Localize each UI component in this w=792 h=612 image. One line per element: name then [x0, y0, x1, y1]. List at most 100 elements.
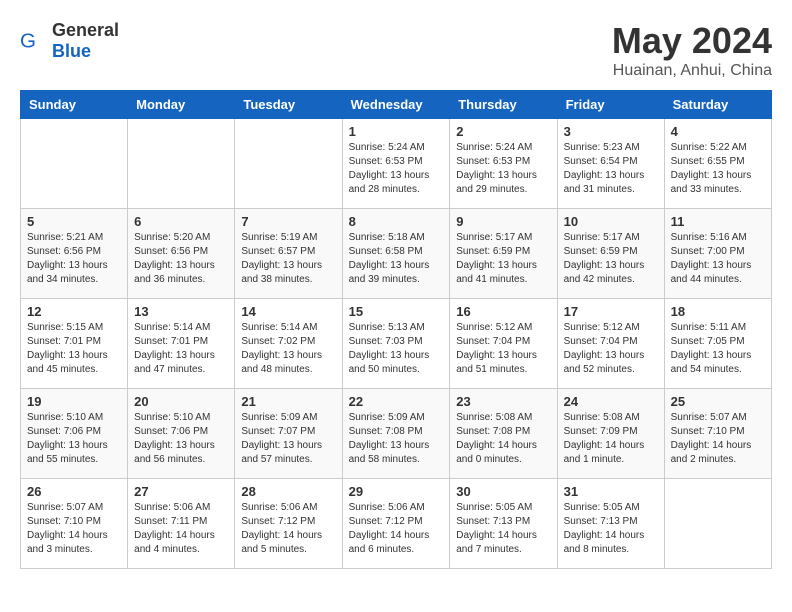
day-cell: 9Sunrise: 5:17 AM Sunset: 6:59 PM Daylig…	[450, 209, 557, 299]
day-number: 8	[349, 214, 444, 229]
day-number: 24	[564, 394, 658, 409]
weekday-header-row: SundayMondayTuesdayWednesdayThursdayFrid…	[21, 91, 772, 119]
day-cell: 8Sunrise: 5:18 AM Sunset: 6:58 PM Daylig…	[342, 209, 450, 299]
day-cell: 22Sunrise: 5:09 AM Sunset: 7:08 PM Dayli…	[342, 389, 450, 479]
day-number: 22	[349, 394, 444, 409]
day-number: 30	[456, 484, 550, 499]
day-info: Sunrise: 5:06 AM Sunset: 7:12 PM Dayligh…	[241, 501, 335, 557]
day-number: 21	[241, 394, 335, 409]
day-cell: 15 Sunrise: 5:13 AM Sunset: 7:03 PM Dayli…	[342, 299, 450, 389]
day-info: Sunrise: 5:07 AM Sunset: 7:10 PM Dayligh…	[27, 501, 121, 557]
day-cell: 31Sunrise: 5:05 AM Sunset: 7:13 PM Dayli…	[557, 479, 664, 569]
day-number: 31	[564, 484, 658, 499]
day-cell: 16 Sunrise: 5:12 AM Sunset: 7:04 PM Dayli…	[450, 299, 557, 389]
day-number: 18	[671, 304, 765, 319]
day-info: Sunrise: 5:14 AM Sunset: 7:02 PM Dayligh…	[241, 321, 335, 377]
week-row-1: 1 Sunrise: 5:24 AM Sunset: 6:53 PM Daylig…	[21, 119, 772, 209]
day-cell	[21, 119, 128, 209]
day-info: Sunrise: 5:15 AM Sunset: 7:01 PM Dayligh…	[27, 321, 121, 377]
week-row-4: 19 Sunrise: 5:10 AM Sunset: 7:06 PM Dayli…	[21, 389, 772, 479]
day-cell: 12 Sunrise: 5:15 AM Sunset: 7:01 PM Dayli…	[21, 299, 128, 389]
day-info: Sunrise: 5:12 AM Sunset: 7:04 PM Dayligh…	[564, 321, 658, 377]
day-cell: 28 Sunrise: 5:06 AM Sunset: 7:12 PM Dayli…	[235, 479, 342, 569]
day-cell: 7 Sunrise: 5:19 AM Sunset: 6:57 PM Daylig…	[235, 209, 342, 299]
day-cell: 30 Sunrise: 5:05 AM Sunset: 7:13 PM Dayli…	[450, 479, 557, 569]
day-cell: 17 Sunrise: 5:12 AM Sunset: 7:04 PM Dayli…	[557, 299, 664, 389]
logo: G General Blue	[20, 20, 119, 62]
day-cell	[128, 119, 235, 209]
day-cell: 2Sunrise: 5:24 AM Sunset: 6:53 PM Daylig…	[450, 119, 557, 209]
day-number: 26	[27, 484, 121, 499]
day-info: Sunrise: 5:24 AM Sunset: 6:53 PM Dayligh…	[349, 141, 444, 197]
day-number: 7	[241, 214, 335, 229]
day-info: Sunrise: 5:16 AM Sunset: 7:00 PM Dayligh…	[671, 231, 765, 287]
day-info: Sunrise: 5:13 AM Sunset: 7:03 PM Dayligh…	[349, 321, 444, 377]
day-info: Sunrise: 5:08 AM Sunset: 7:09 PM Dayligh…	[564, 411, 658, 467]
week-row-3: 12 Sunrise: 5:15 AM Sunset: 7:01 PM Dayli…	[21, 299, 772, 389]
weekday-friday: Friday	[557, 91, 664, 119]
day-info: Sunrise: 5:11 AM Sunset: 7:05 PM Dayligh…	[671, 321, 765, 377]
day-number: 27	[134, 484, 228, 499]
month-title: May 2024	[612, 20, 772, 62]
day-number: 3	[564, 124, 658, 139]
week-row-2: 5 Sunrise: 5:21 AM Sunset: 6:56 PM Daylig…	[21, 209, 772, 299]
day-number: 17	[564, 304, 658, 319]
day-info: Sunrise: 5:17 AM Sunset: 6:59 PM Dayligh…	[564, 231, 658, 287]
day-number: 12	[27, 304, 121, 319]
day-cell: 26 Sunrise: 5:07 AM Sunset: 7:10 PM Dayli…	[21, 479, 128, 569]
svg-text:G: G	[20, 30, 36, 53]
day-number: 10	[564, 214, 658, 229]
day-cell: 11 Sunrise: 5:16 AM Sunset: 7:00 PM Dayli…	[664, 209, 771, 299]
day-cell: 29Sunrise: 5:06 AM Sunset: 7:12 PM Dayli…	[342, 479, 450, 569]
day-cell: 1 Sunrise: 5:24 AM Sunset: 6:53 PM Daylig…	[342, 119, 450, 209]
day-cell: 5 Sunrise: 5:21 AM Sunset: 6:56 PM Daylig…	[21, 209, 128, 299]
day-info: Sunrise: 5:24 AM Sunset: 6:53 PM Dayligh…	[456, 141, 550, 197]
weekday-sunday: Sunday	[21, 91, 128, 119]
day-number: 28	[241, 484, 335, 499]
day-number: 29	[349, 484, 444, 499]
day-number: 15	[349, 304, 444, 319]
day-cell: 23Sunrise: 5:08 AM Sunset: 7:08 PM Dayli…	[450, 389, 557, 479]
day-info: Sunrise: 5:14 AM Sunset: 7:01 PM Dayligh…	[134, 321, 228, 377]
day-info: Sunrise: 5:19 AM Sunset: 6:57 PM Dayligh…	[241, 231, 335, 287]
day-number: 6	[134, 214, 228, 229]
day-info: Sunrise: 5:22 AM Sunset: 6:55 PM Dayligh…	[671, 141, 765, 197]
day-cell: 25 Sunrise: 5:07 AM Sunset: 7:10 PM Dayli…	[664, 389, 771, 479]
weekday-saturday: Saturday	[664, 91, 771, 119]
day-cell: 21Sunrise: 5:09 AM Sunset: 7:07 PM Dayli…	[235, 389, 342, 479]
day-cell: 13Sunrise: 5:14 AM Sunset: 7:01 PM Dayli…	[128, 299, 235, 389]
day-number: 11	[671, 214, 765, 229]
day-info: Sunrise: 5:10 AM Sunset: 7:06 PM Dayligh…	[27, 411, 121, 467]
day-info: Sunrise: 5:10 AM Sunset: 7:06 PM Dayligh…	[134, 411, 228, 467]
logo-general-text: General	[52, 20, 119, 40]
day-cell: 19 Sunrise: 5:10 AM Sunset: 7:06 PM Dayli…	[21, 389, 128, 479]
day-info: Sunrise: 5:12 AM Sunset: 7:04 PM Dayligh…	[456, 321, 550, 377]
day-cell: 3 Sunrise: 5:23 AM Sunset: 6:54 PM Daylig…	[557, 119, 664, 209]
day-number: 4	[671, 124, 765, 139]
weekday-wednesday: Wednesday	[342, 91, 450, 119]
day-number: 16	[456, 304, 550, 319]
day-cell: 10 Sunrise: 5:17 AM Sunset: 6:59 PM Dayli…	[557, 209, 664, 299]
day-number: 19	[27, 394, 121, 409]
day-info: Sunrise: 5:23 AM Sunset: 6:54 PM Dayligh…	[564, 141, 658, 197]
day-info: Sunrise: 5:07 AM Sunset: 7:10 PM Dayligh…	[671, 411, 765, 467]
day-cell: 6Sunrise: 5:20 AM Sunset: 6:56 PM Daylig…	[128, 209, 235, 299]
day-cell: 20 Sunrise: 5:10 AM Sunset: 7:06 PM Dayli…	[128, 389, 235, 479]
weekday-monday: Monday	[128, 91, 235, 119]
calendar-table: SundayMondayTuesdayWednesdayThursdayFrid…	[20, 90, 772, 569]
day-number: 14	[241, 304, 335, 319]
day-info: Sunrise: 5:17 AM Sunset: 6:59 PM Dayligh…	[456, 231, 550, 287]
weekday-thursday: Thursday	[450, 91, 557, 119]
day-number: 1	[349, 124, 444, 139]
day-info: Sunrise: 5:05 AM Sunset: 7:13 PM Dayligh…	[456, 501, 550, 557]
day-cell: 14 Sunrise: 5:14 AM Sunset: 7:02 PM Dayli…	[235, 299, 342, 389]
day-info: Sunrise: 5:21 AM Sunset: 6:56 PM Dayligh…	[27, 231, 121, 287]
day-number: 25	[671, 394, 765, 409]
logo-icon: G	[20, 27, 48, 55]
day-info: Sunrise: 5:06 AM Sunset: 7:11 PM Dayligh…	[134, 501, 228, 557]
day-info: Sunrise: 5:08 AM Sunset: 7:08 PM Dayligh…	[456, 411, 550, 467]
day-cell	[235, 119, 342, 209]
day-number: 5	[27, 214, 121, 229]
day-number: 20	[134, 394, 228, 409]
title-block: May 2024 Huainan, Anhui, China	[612, 20, 772, 80]
